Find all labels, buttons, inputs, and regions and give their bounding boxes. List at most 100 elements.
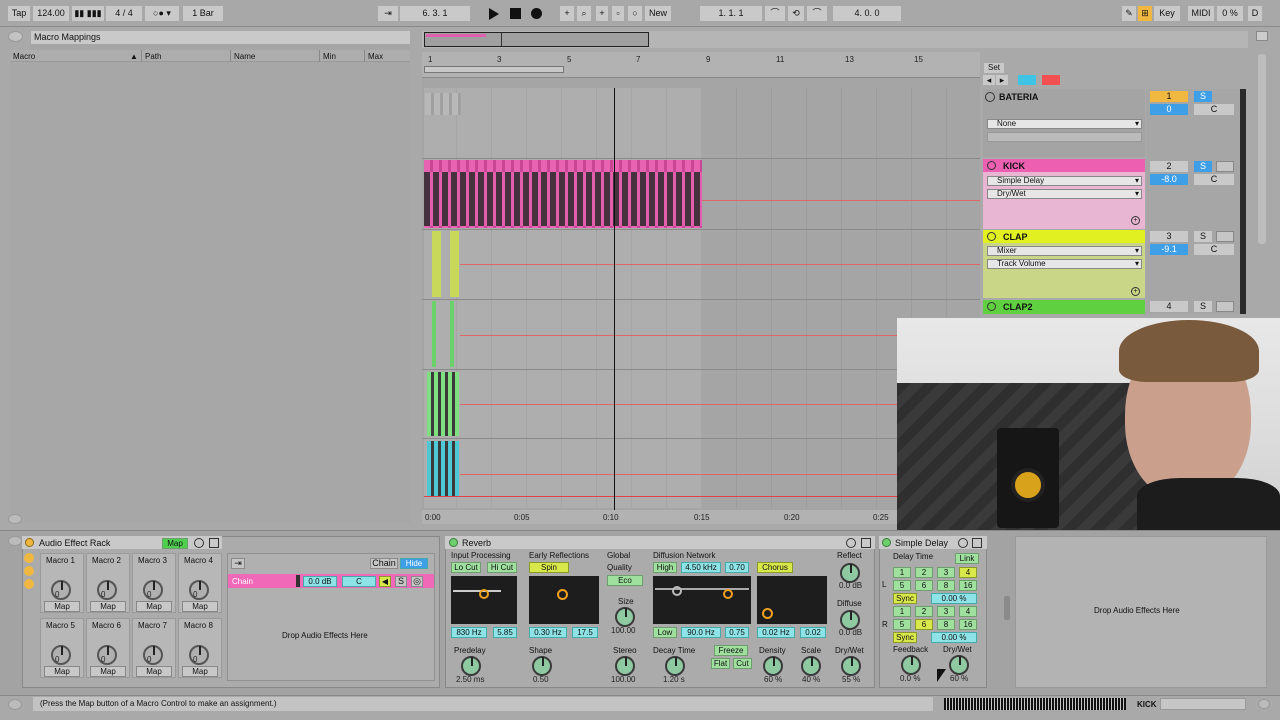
- rack-side-icon[interactable]: [24, 566, 34, 576]
- map-button[interactable]: Map: [182, 666, 218, 677]
- chain-pan[interactable]: C: [342, 576, 376, 587]
- volume-field[interactable]: 0: [1150, 104, 1188, 115]
- new-button[interactable]: New: [645, 6, 671, 21]
- fold-icon[interactable]: [985, 92, 995, 102]
- fold-icon[interactable]: [987, 302, 996, 311]
- hat-clips[interactable]: [427, 372, 459, 436]
- beat-16[interactable]: 16: [959, 619, 977, 630]
- pan-field[interactable]: C: [1194, 104, 1234, 115]
- high-freq[interactable]: 4.50 kHz: [681, 562, 721, 573]
- quality-select[interactable]: Eco: [607, 575, 643, 586]
- map-button[interactable]: Map: [90, 601, 126, 612]
- predelay-knob[interactable]: [461, 656, 481, 676]
- drop-zone[interactable]: Drop Audio Effects Here: [1094, 606, 1180, 615]
- col-path[interactable]: Path: [145, 52, 161, 61]
- decay-knob[interactable]: [665, 656, 685, 676]
- map-button[interactable]: Map: [44, 601, 80, 612]
- col-min[interactable]: Min: [323, 52, 336, 61]
- hi-cut-button[interactable]: Hi Cut: [487, 562, 517, 573]
- chorus-rate[interactable]: 0.02 Hz: [757, 627, 795, 638]
- browser-toggle-icon[interactable]: [8, 31, 23, 42]
- help-toggle-icon[interactable]: [8, 514, 22, 524]
- arm-icon[interactable]: [1216, 231, 1234, 242]
- track-number[interactable]: 1: [1150, 91, 1188, 102]
- chorus-button[interactable]: Chorus: [757, 562, 793, 573]
- low-freq[interactable]: 90.0 Hz: [681, 627, 721, 638]
- device-select[interactable]: Simple Delay ▾: [987, 176, 1142, 186]
- chain-hotswap-icon[interactable]: ◎: [411, 576, 423, 587]
- punch-in-icon[interactable]: ⌒: [765, 6, 785, 21]
- pan-field[interactable]: C: [1194, 244, 1234, 255]
- right-panel-icon[interactable]: [1256, 31, 1268, 41]
- macro-3[interactable]: Macro 3 0 Map: [132, 553, 176, 613]
- macro-4[interactable]: Macro 4 0 Map: [178, 553, 222, 613]
- fold-icon[interactable]: [987, 232, 996, 241]
- loop-start[interactable]: 1. 1. 1: [700, 6, 762, 21]
- size-knob[interactable]: [615, 607, 635, 627]
- beat-5[interactable]: 5: [893, 580, 911, 591]
- macro-6[interactable]: Macro 6 0 Map: [86, 618, 130, 678]
- computer-keyboard-icon[interactable]: ⊞: [1138, 6, 1152, 21]
- follow-icon[interactable]: ⇥: [378, 6, 398, 21]
- hide-button[interactable]: Hide: [400, 558, 428, 569]
- save-preset-icon[interactable]: [194, 538, 204, 548]
- solo-button[interactable]: S: [1194, 161, 1212, 172]
- low-value[interactable]: 0.75: [725, 627, 749, 638]
- auto-select-icon[interactable]: ⇥: [231, 558, 245, 569]
- param-select[interactable]: Dry/Wet ▾: [987, 189, 1142, 199]
- loop-length[interactable]: 4. 0. 0: [833, 6, 901, 21]
- input-q[interactable]: 5.85: [493, 627, 517, 638]
- high-value[interactable]: 0.70: [725, 562, 749, 573]
- er-amount[interactable]: 17.5: [572, 627, 598, 638]
- input-filter-display[interactable]: [451, 576, 517, 624]
- macro-5[interactable]: Macro 5 0 Map: [40, 618, 84, 678]
- overdub-icon[interactable]: +: [560, 6, 574, 21]
- offset-field[interactable]: 0.00 %: [931, 632, 977, 643]
- solo-button[interactable]: S: [1194, 91, 1212, 102]
- low-button[interactable]: Low: [653, 627, 677, 638]
- col-max[interactable]: Max: [368, 52, 383, 61]
- chain-volume[interactable]: 0.0 dB: [303, 576, 337, 587]
- macro-7[interactable]: Macro 7 0 Map: [132, 618, 176, 678]
- cut-button[interactable]: Cut: [733, 658, 752, 669]
- col-name[interactable]: Name: [234, 52, 255, 61]
- punch-out-icon[interactable]: ⌒: [807, 6, 827, 21]
- beat-8[interactable]: 8: [937, 580, 955, 591]
- chorus-handle[interactable]: [762, 608, 773, 619]
- power-icon[interactable]: [449, 538, 458, 547]
- link-button[interactable]: Link: [955, 553, 979, 564]
- draw-mode-icon[interactable]: ✎: [1122, 6, 1136, 21]
- set-button[interactable]: Set: [984, 63, 1004, 73]
- freeze-button[interactable]: Freeze: [714, 645, 748, 656]
- record-icon[interactable]: [531, 8, 542, 19]
- input-freq[interactable]: 830 Hz: [451, 627, 487, 638]
- early-display[interactable]: [529, 576, 599, 624]
- midi-map-button[interactable]: MIDI: [1188, 6, 1214, 21]
- reverb-title-bar[interactable]: [445, 536, 875, 549]
- stop-icon[interactable]: [510, 8, 521, 19]
- drywet-knob[interactable]: [949, 655, 969, 675]
- track-name[interactable]: CLAP2: [1003, 302, 1033, 312]
- diffusion-display[interactable]: [653, 576, 751, 624]
- play-icon[interactable]: [489, 8, 499, 20]
- shape-knob[interactable]: [532, 656, 552, 676]
- track-name[interactable]: KICK: [1003, 161, 1025, 171]
- hot-swap-icon[interactable]: [209, 538, 219, 548]
- macro-knob[interactable]: [143, 645, 163, 665]
- drop-zone[interactable]: Drop Audio Effects Here: [282, 631, 368, 640]
- param-select[interactable]: [987, 132, 1142, 142]
- reflect-knob[interactable]: [840, 563, 860, 583]
- beat-4[interactable]: 4: [959, 606, 977, 617]
- forward-icon[interactable]: ▸: [996, 75, 1008, 85]
- macro-knob[interactable]: [97, 580, 117, 600]
- chain-button[interactable]: Chain: [370, 558, 398, 569]
- macro-2[interactable]: Macro 2 0 Map: [86, 553, 130, 613]
- early-handle[interactable]: [557, 589, 568, 600]
- macro-knob[interactable]: [143, 580, 163, 600]
- track-number[interactable]: 4: [1150, 301, 1188, 312]
- automation-arm-icon[interactable]: ⌕: [577, 6, 591, 21]
- diffusion-handle[interactable]: [672, 586, 682, 596]
- track-number[interactable]: 3: [1150, 231, 1188, 242]
- offset-field[interactable]: 0.00 %: [931, 593, 977, 604]
- high-button[interactable]: High: [653, 562, 677, 573]
